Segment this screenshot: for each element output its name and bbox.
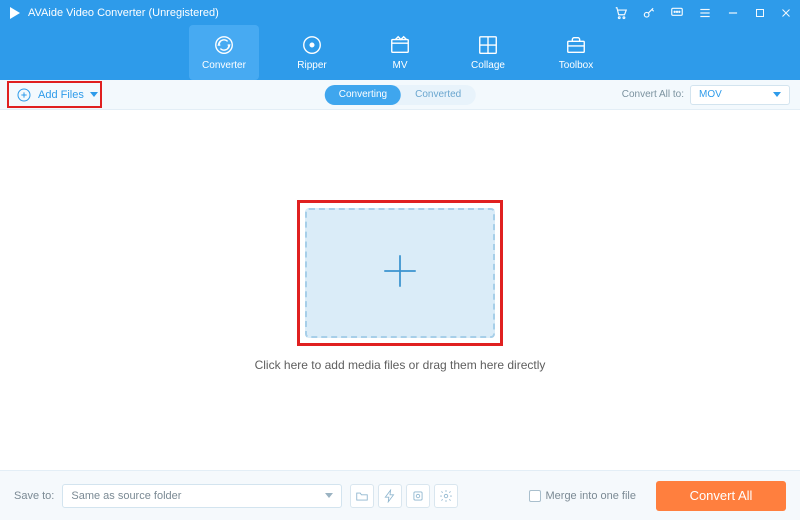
format-select[interactable]: MOV: [690, 85, 790, 105]
plus-icon: [379, 250, 421, 297]
merge-checkbox[interactable]: Merge into one file: [529, 490, 637, 502]
window-title: AVAide Video Converter (Unregistered): [28, 7, 219, 19]
nav-collage[interactable]: Collage: [453, 25, 523, 80]
nav-label: Converter: [202, 60, 246, 71]
close-icon[interactable]: [780, 7, 792, 19]
dropzone-wrap: [305, 208, 495, 338]
key-icon[interactable]: [642, 6, 656, 20]
add-files-label: Add Files: [38, 89, 84, 101]
gpu-icon[interactable]: [406, 484, 430, 508]
plus-circle-icon: [16, 87, 32, 103]
bottom-bar: Save to: Same as source folder Merge int…: [0, 470, 800, 520]
chevron-down-icon: [325, 493, 333, 498]
save-to-label: Save to:: [14, 490, 54, 502]
mv-icon: [389, 34, 411, 56]
dropzone-hint: Click here to add media files or drag th…: [255, 358, 546, 372]
toolbox-icon: [565, 34, 587, 56]
convert-all-button[interactable]: Convert All: [656, 481, 786, 511]
chevron-down-icon: [773, 92, 781, 97]
save-to-value: Same as source folder: [71, 490, 181, 502]
nav-label: Toolbox: [559, 60, 593, 71]
format-value: MOV: [699, 89, 722, 100]
chevron-down-icon: [90, 92, 98, 97]
main-area: Click here to add media files or drag th…: [0, 110, 800, 470]
title-bar: AVAide Video Converter (Unregistered): [0, 0, 800, 25]
convert-all-to-label: Convert All to:: [622, 89, 684, 100]
feedback-icon[interactable]: [670, 6, 684, 20]
merge-label: Merge into one file: [546, 490, 637, 502]
menu-icon[interactable]: [698, 6, 712, 20]
tab-converting[interactable]: Converting: [325, 85, 401, 105]
nav-mv[interactable]: MV: [365, 25, 435, 80]
ripper-icon: [301, 34, 323, 56]
cart-icon[interactable]: [614, 6, 628, 20]
nav-label: Ripper: [297, 60, 326, 71]
nav-converter[interactable]: Converter: [189, 25, 259, 80]
open-folder-icon[interactable]: [350, 484, 374, 508]
collage-icon: [477, 34, 499, 56]
convert-all-to: Convert All to: MOV: [622, 85, 790, 105]
dropzone[interactable]: [305, 208, 495, 338]
bottom-tool-icons: [350, 484, 458, 508]
minimize-icon[interactable]: [726, 6, 740, 20]
save-to-select[interactable]: Same as source folder: [62, 484, 342, 508]
sub-bar: Add Files Converting Converted Convert A…: [0, 80, 800, 110]
settings-icon[interactable]: [434, 484, 458, 508]
main-nav: Converter Ripper MV Collage Toolbox: [0, 25, 800, 80]
title-bar-icons: [614, 6, 792, 20]
checkbox-icon: [529, 490, 541, 502]
tab-converted[interactable]: Converted: [401, 85, 475, 105]
converter-icon: [213, 34, 235, 56]
add-files-button[interactable]: Add Files: [10, 84, 104, 106]
nav-toolbox[interactable]: Toolbox: [541, 25, 611, 80]
nav-label: MV: [393, 60, 408, 71]
app-logo: [8, 6, 22, 20]
maximize-icon[interactable]: [754, 7, 766, 19]
nav-label: Collage: [471, 60, 505, 71]
speed-icon[interactable]: [378, 484, 402, 508]
nav-ripper[interactable]: Ripper: [277, 25, 347, 80]
conversion-tabs: Converting Converted: [325, 85, 476, 105]
